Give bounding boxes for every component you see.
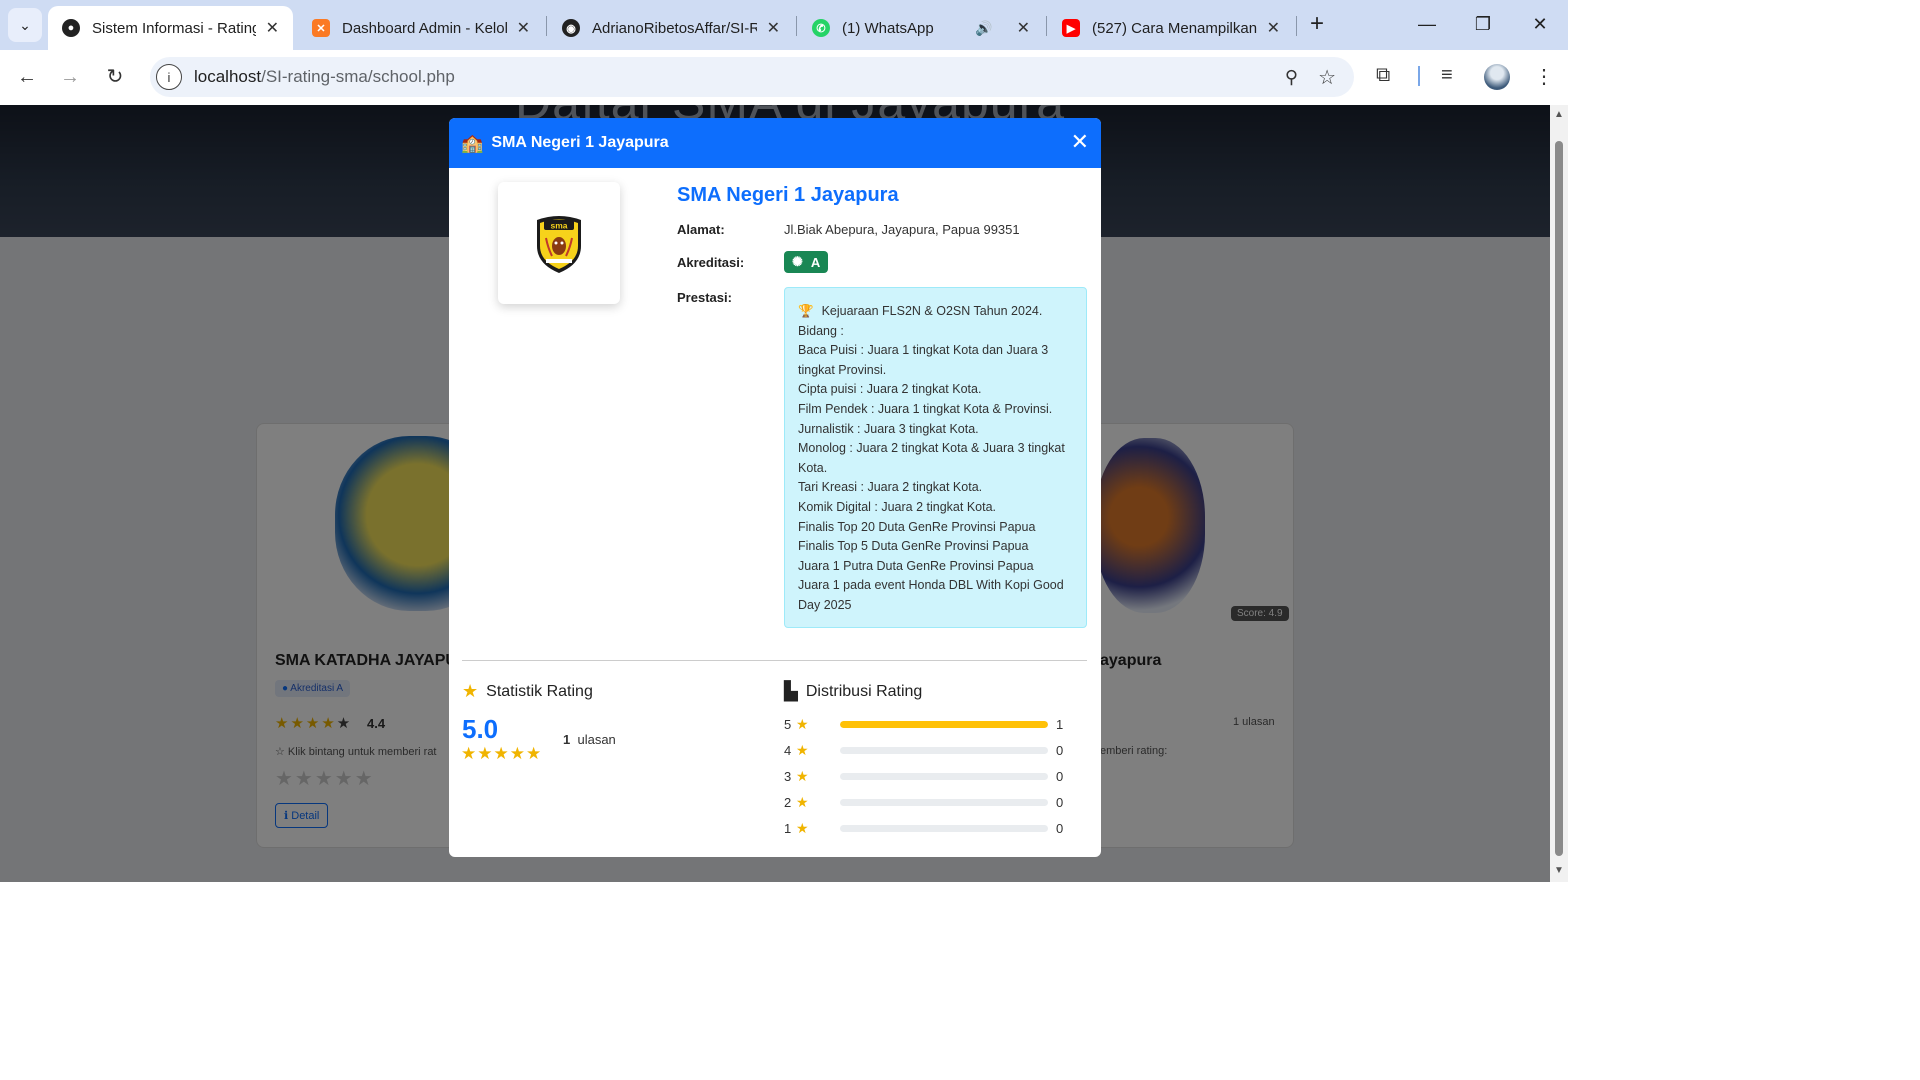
achievement-line: Film Pendek : Juara 1 tingkat Kota & Pro… bbox=[798, 401, 1053, 416]
scroll-up-arrow[interactable]: ▲ bbox=[1554, 109, 1564, 120]
distribution-bar bbox=[840, 772, 1048, 780]
achievement-line: Finalis Top 5 Duta GenRe Provinsi Papua bbox=[798, 539, 1029, 554]
url-text[interactable]: localhost/SI-rating-sma/school.php bbox=[194, 67, 455, 87]
star-icon: ★ bbox=[796, 819, 809, 836]
distribution-bar bbox=[840, 824, 1048, 832]
profile-avatar[interactable] bbox=[1484, 64, 1510, 90]
distribution-bar bbox=[840, 720, 1048, 728]
tab-separator bbox=[1046, 16, 1047, 36]
school-detail-modal: 🏫 SMA Negeri 1 Jayapura ✕ sma SMA Negeri… bbox=[449, 118, 1101, 857]
browser-chrome: ⌄ ● Sistem Informasi - Rating ✕ ✕ Dashbo… bbox=[0, 0, 1568, 105]
achievements-box: 🏆 Kejuaraan FLS2N & O2SN Tahun 2024. Bida… bbox=[784, 287, 1087, 628]
achievement-line: Komik Digital : Juara 2 tingkat Kota. bbox=[798, 499, 997, 514]
star-icon: ★ bbox=[462, 681, 479, 701]
new-tab-button[interactable]: + bbox=[1304, 12, 1330, 38]
back-button[interactable]: ← bbox=[12, 62, 42, 92]
distribution-row: 1 ★ 0 bbox=[784, 819, 1064, 836]
address-value: Jl.Biak Abepura, Jayapura, Papua 99351 bbox=[784, 222, 1020, 237]
xampp-icon: ✕ bbox=[312, 19, 330, 37]
minimize-button[interactable]: — bbox=[1407, 8, 1447, 40]
achievement-line: Tari Kreasi : Juara 2 tingkat Kota. bbox=[798, 480, 983, 495]
section-divider bbox=[462, 660, 1087, 661]
achievement-line: Monolog : Juara 2 tingkat Kota & Juara 3… bbox=[798, 441, 1065, 475]
achievement-line: Juara 1 Putra Duta GenRe Provinsi Papua bbox=[798, 558, 1034, 573]
reload-button[interactable]: ↻ bbox=[100, 62, 130, 92]
tab-dashboard-admin[interactable]: ✕ Dashboard Admin - Kelol ✕ bbox=[298, 6, 544, 50]
bookmark-star-icon[interactable]: ☆ bbox=[1318, 65, 1336, 90]
achievement-line: Jurnalistik : Juara 3 tingkat Kota. bbox=[798, 421, 979, 436]
star-icon: ★ bbox=[796, 767, 809, 784]
forward-button[interactable]: → bbox=[55, 62, 85, 92]
achievement-line: 🏆 Kejuaraan FLS2N & O2SN Tahun 2024. bbox=[798, 304, 1043, 318]
accreditation-badge: ✺ A bbox=[784, 251, 829, 273]
menu-kebab-icon[interactable]: ⋮ bbox=[1534, 64, 1554, 89]
tab-separator bbox=[796, 16, 797, 36]
accreditation-label: Akreditasi: bbox=[677, 255, 745, 270]
zoom-icon[interactable]: ⚲ bbox=[1285, 67, 1298, 88]
achievement-line: Bidang : bbox=[798, 323, 844, 338]
achievements-label: Prestasi: bbox=[677, 290, 732, 305]
distribution-bar-fill bbox=[840, 720, 1048, 728]
close-tab-icon[interactable]: ✕ bbox=[266, 18, 279, 38]
distribution-row: 5 ★ 1 bbox=[784, 715, 1064, 732]
review-count: 1 ulasan bbox=[563, 732, 616, 747]
average-stars: ★★★★★ bbox=[461, 744, 543, 763]
restore-button[interactable]: ❐ bbox=[1463, 8, 1503, 40]
close-tab-icon[interactable]: ✕ bbox=[1017, 18, 1030, 38]
average-rating: 5.0 bbox=[462, 714, 499, 744]
media-control-icon[interactable]: ≡ bbox=[1441, 64, 1453, 87]
tab-separator bbox=[1296, 16, 1297, 36]
tab-separator bbox=[546, 16, 547, 36]
star-icon: ★ bbox=[796, 741, 809, 758]
distribution-bar bbox=[840, 746, 1048, 754]
scrollbar-thumb[interactable] bbox=[1555, 141, 1563, 856]
address-bar[interactable]: i localhost/SI-rating-sma/school.php ⚲ ☆ bbox=[150, 57, 1354, 97]
tab-search-button[interactable]: ⌄ bbox=[8, 8, 42, 42]
address-label: Alamat: bbox=[677, 222, 725, 237]
github-icon: ◉ bbox=[562, 19, 580, 37]
close-tab-icon[interactable]: ✕ bbox=[767, 18, 780, 38]
modal-header: 🏫 SMA Negeri 1 Jayapura ✕ bbox=[449, 118, 1101, 168]
whatsapp-icon: ✆ bbox=[812, 19, 830, 37]
school-name: SMA Negeri 1 Jayapura bbox=[677, 184, 899, 206]
star-icon: ★ bbox=[796, 715, 809, 732]
site-favicon-icon: ● bbox=[62, 19, 80, 37]
school-crest-icon: sma bbox=[537, 216, 581, 273]
distribution-row: 4 ★ 0 bbox=[784, 741, 1064, 758]
bar-chart-icon: ▙ bbox=[784, 681, 798, 701]
accreditation-value: A bbox=[810, 254, 821, 270]
rating-stats-heading: ★ Statistik Rating bbox=[462, 681, 593, 701]
trophy-icon: 🏆 bbox=[798, 304, 814, 318]
extensions-icon[interactable]: ⧉ bbox=[1376, 64, 1390, 87]
tab-whatsapp[interactable]: ✆ (1) WhatsApp 🔊 ✕ bbox=[798, 6, 1044, 50]
youtube-icon: ▶ bbox=[1062, 19, 1080, 37]
certificate-icon: ✺ bbox=[792, 254, 803, 269]
close-tab-icon[interactable]: ✕ bbox=[1267, 18, 1280, 38]
school-logo-box: sma bbox=[498, 182, 620, 304]
rating-distribution-heading: ▙ Distribusi Rating bbox=[784, 681, 923, 701]
site-info-icon[interactable]: i bbox=[156, 64, 182, 90]
tab-github[interactable]: ◉ AdrianoRibetosAffar/SI-R ✕ bbox=[548, 6, 794, 50]
page-scrollbar[interactable]: ▲ ▼ bbox=[1550, 105, 1568, 882]
tab-youtube[interactable]: ▶ (527) Cara Menampilkan ✕ bbox=[1048, 6, 1294, 50]
achievement-line: Cipta puisi : Juara 2 tingkat Kota. bbox=[798, 382, 982, 397]
distribution-row: 3 ★ 0 bbox=[784, 767, 1064, 784]
svg-text:sma: sma bbox=[550, 221, 567, 231]
tab-sistem-informasi[interactable]: ● Sistem Informasi - Rating ✕ bbox=[48, 6, 293, 50]
toolbar-divider bbox=[1418, 66, 1420, 86]
scroll-down-arrow[interactable]: ▼ bbox=[1554, 865, 1564, 876]
achievement-line: Baca Puisi : Juara 1 tingkat Kota dan Ju… bbox=[798, 343, 1049, 377]
star-icon: ★ bbox=[796, 793, 809, 810]
close-window-button[interactable]: ✕ bbox=[1520, 8, 1560, 40]
modal-close-button[interactable]: ✕ bbox=[1071, 130, 1089, 154]
tab-strip: ⌄ ● Sistem Informasi - Rating ✕ ✕ Dashbo… bbox=[0, 0, 1568, 50]
speaker-icon[interactable]: 🔊 bbox=[975, 20, 992, 37]
distribution-bar bbox=[840, 798, 1048, 806]
school-icon: 🏫 bbox=[461, 132, 484, 153]
close-tab-icon[interactable]: ✕ bbox=[517, 18, 530, 38]
modal-title: SMA Negeri 1 Jayapura bbox=[491, 134, 669, 151]
achievement-line: Finalis Top 20 Duta GenRe Provinsi Papua bbox=[798, 519, 1036, 534]
achievement-line: Juara 1 pada event Honda DBL With Kopi G… bbox=[798, 578, 1064, 612]
distribution-row: 2 ★ 0 bbox=[784, 793, 1064, 810]
